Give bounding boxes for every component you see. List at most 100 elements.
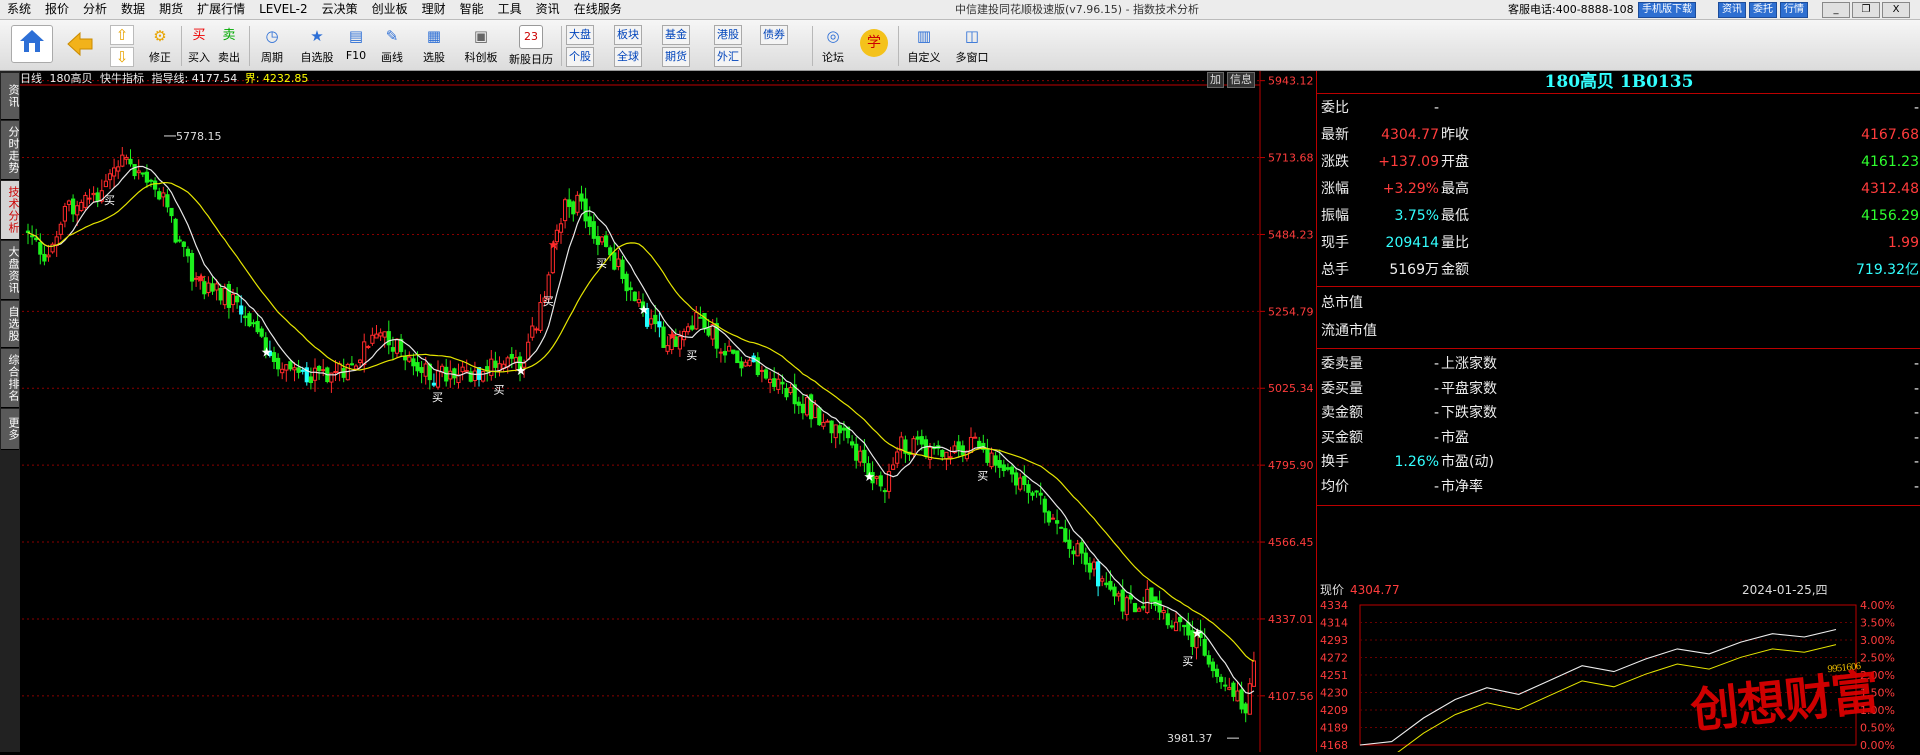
candle-body [165,194,170,208]
custom-icon: ▥ [916,27,932,45]
selfselect-button[interactable]: ★ 自选股 [296,23,338,67]
restore-button[interactable]: ❐ [1852,2,1880,18]
candle-body [1243,703,1248,714]
candle-body [378,332,383,337]
picker-icon: ▦ [426,27,442,45]
back-button[interactable] [64,23,96,67]
tab-intraday[interactable]: 分时走势 [1,121,20,180]
add-button[interactable]: 加 [1207,72,1224,88]
menu-cloud[interactable]: 云决策 [315,0,365,19]
menu-level2[interactable]: LEVEL-2 [252,0,315,19]
global-button[interactable]: 全球 [614,47,642,67]
menu-ext-market[interactable]: 扩展行情 [190,0,252,19]
mobile-download-button[interactable]: 手机版下载 [1638,2,1696,18]
sector-button[interactable]: 板块 [614,25,642,45]
candle-body [112,167,117,177]
menu-news[interactable]: 资讯 [529,0,567,19]
quote-value: - [1913,100,1919,116]
candle-body [341,368,346,378]
menu-quote[interactable]: 报价 [38,0,76,19]
fund-button[interactable]: 基金 [662,25,690,45]
news-button[interactable]: 资讯 [1718,2,1746,18]
quote-row: 换手 1.26% 市盈(动) - [1317,450,1920,474]
multi-window-button[interactable]: ◫ 多窗口 [950,23,994,67]
candle-body [1046,511,1052,523]
candle-body [997,460,1002,468]
menu-analysis[interactable]: 分析 [76,0,114,19]
candle-body [1063,528,1068,542]
toolbar: ⇧ ⇩ ⚙ 修正 买 买入 卖 卖出 ◷ 周期 ★ 自选股 ▤ F10 ✎ 画线… [0,20,1920,71]
kline-chart[interactable]: 5943.12 5713.68 5484.23 5254.79 5025.34 4795.… [20,71,1315,752]
forum-button[interactable]: ◎ 论坛 [816,23,850,67]
stock-picker-button[interactable]: ▦ 选股 [416,23,452,67]
info-button[interactable]: 信息 [1227,72,1255,88]
quote-value: 1.26% [1394,454,1439,470]
candle-body [727,345,732,352]
buy-button[interactable]: 买 买入 [184,23,214,67]
draw-line-button[interactable]: ✎ 画线 [374,23,410,67]
single-stock-button[interactable]: 个股 [566,47,594,67]
menu-data[interactable]: 数据 [114,0,152,19]
hk-stock-button[interactable]: 港股 [714,25,742,45]
sell-button[interactable]: 卖 卖出 [214,23,244,67]
up-arrow-icon[interactable]: ⇧ [110,25,134,45]
market-index-button[interactable]: 大盘 [566,25,594,45]
chart-indicator-name[interactable]: 快牛指标 [100,72,144,85]
candle-body [1169,625,1175,628]
kline-svg[interactable]: 5943.12 5713.68 5484.23 5254.79 5025.34 4795.… [20,71,1315,752]
candle-body [558,223,564,233]
tab-self-select[interactable]: 自选股 [1,301,20,348]
down-arrow-icon[interactable]: ⇩ [110,47,134,67]
f10-button[interactable]: ▤ F10 [342,23,370,67]
quote-value: - [1913,429,1919,446]
learn-icon: 学 [860,29,888,57]
menu-futures[interactable]: 期货 [152,0,190,19]
custom-button[interactable]: ▥ 自定义 [902,23,946,67]
candle-body [993,455,998,466]
ipo-calendar-button[interactable]: 23 新股日历 [506,23,556,67]
tab-more[interactable]: 更多 [1,409,20,450]
quote-row: 卖金额 - 下跌家数 - [1317,401,1920,425]
candle-body [718,351,723,354]
candle-body [1239,689,1244,710]
candle-body [95,192,100,202]
learn-button[interactable]: 学 [856,23,892,67]
candle-body [722,350,728,356]
market-button[interactable]: 行情 [1780,2,1808,18]
futures-button[interactable]: 期货 [662,47,690,67]
candle-body [854,443,859,461]
home-button[interactable] [8,23,56,67]
quote-key: 市盈 [1441,429,1469,446]
menu-online[interactable]: 在线服务 [567,0,629,19]
menu-system[interactable]: 系统 [0,0,38,19]
period-button[interactable]: ◷ 周期 [253,23,291,67]
window-title: 中信建投同花顺极速版(v7.96.15) - 指数技术分析 [955,3,1200,16]
candle-body [780,381,785,385]
nav-arrows[interactable]: ⇧ ⇩ [108,23,136,67]
menu-tools[interactable]: 工具 [491,0,529,19]
chart-header: 日线 180高贝 快牛指标 指导线: 4177.54 界: 4232.85 [20,71,312,87]
candle-body [374,333,379,339]
tab-technical[interactable]: 技术分析 [1,181,20,240]
candle-body [136,170,141,174]
star-market-button[interactable]: ▣ 科创板 [460,23,502,67]
menu-finance[interactable]: 理财 [415,0,453,19]
candle-body [1075,543,1080,557]
close-button[interactable]: X [1882,2,1910,18]
bond-button[interactable]: 债券 [760,25,788,45]
fix-button[interactable]: ⚙ 修正 [144,23,176,67]
menu-gem[interactable]: 创业板 [365,0,415,19]
tab-ranking[interactable]: 综合排名 [1,349,20,408]
candle-body [604,235,609,247]
candle-body [1219,676,1224,683]
tab-market-news[interactable]: 大盘资讯 [1,241,20,300]
forex-button[interactable]: 外汇 [714,47,742,67]
chart-period[interactable]: 日线 [20,72,42,85]
candle-body [649,318,654,325]
minimize-button[interactable]: _ [1822,2,1850,18]
tab-news[interactable]: 资讯 [1,73,20,120]
trade-button[interactable]: 委托 [1749,2,1777,18]
candle-body [895,451,900,464]
menu-smart[interactable]: 智能 [453,0,491,19]
mini-left-tick: 4209 [1320,704,1348,717]
